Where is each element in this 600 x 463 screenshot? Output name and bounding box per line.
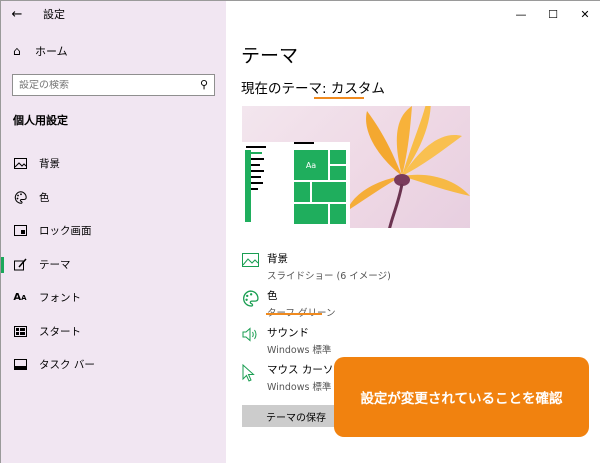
sidebar-item-background[interactable]: 背景: [1, 147, 226, 181]
page-title: テーマ: [241, 45, 299, 67]
search-icon[interactable]: ⚲: [200, 78, 208, 91]
current-theme: 現在のテーマ: カスタム: [241, 81, 385, 97]
preview-tiles: Aa: [294, 150, 348, 226]
setting-color[interactable]: 色 ターフ グリーン: [242, 288, 391, 325]
theme-preview: Aa: [242, 106, 470, 228]
sidebar-item-label: 色: [39, 191, 50, 204]
picture-icon: [13, 157, 27, 171]
sidebar-item-label: 背景: [39, 158, 60, 171]
window-title: 設定: [43, 8, 65, 21]
speaker-icon: [242, 327, 260, 345]
setting-name: サウンド: [267, 327, 309, 339]
setting-value: ターフ グリーン: [267, 305, 391, 319]
setting-name: 色: [267, 290, 278, 302]
minimize-icon[interactable]: —: [505, 1, 537, 27]
lock-screen-icon: [13, 224, 27, 238]
home-icon: ⌂: [13, 44, 21, 58]
search-input[interactable]: [19, 79, 189, 91]
picture-icon: [242, 253, 260, 271]
cursor-icon: [242, 363, 260, 382]
preview-tile-text: Aa: [294, 150, 328, 180]
setting-value: スライドショー (6 イメージ): [267, 271, 391, 282]
search-box[interactable]: ⚲: [12, 74, 215, 96]
sidebar-item-taskbar[interactable]: タスク バー: [1, 348, 226, 382]
taskbar-icon: [13, 358, 27, 372]
font-icon: AA: [13, 292, 27, 304]
highlight-underline: [266, 313, 322, 315]
sidebar-item-label: タスク バー: [39, 359, 95, 372]
sidebar-item-font[interactable]: AA フォント: [1, 281, 226, 315]
close-icon[interactable]: ✕: [569, 1, 600, 27]
annotation-callout: 設定が変更されていることを確認: [334, 357, 589, 437]
sidebar-item-color[interactable]: 色: [1, 181, 226, 215]
start-icon: [13, 324, 27, 338]
sidebar-item-lock-screen[interactable]: ロック画面: [1, 214, 226, 248]
theme-icon: [13, 257, 27, 271]
setting-value: Windows 標準: [267, 345, 332, 356]
left-pane: ← 設定 ⌂ ホーム ⚲ 個人用設定 背景 色: [1, 1, 226, 463]
nav-home-label: ホーム: [35, 45, 68, 58]
palette-icon: [13, 190, 27, 204]
sidebar-item-theme[interactable]: テーマ: [1, 248, 226, 282]
title-bar: ← 設定: [1, 1, 226, 27]
sidebar-item-label: スタート: [39, 325, 81, 338]
sidebar-item-label: フォント: [39, 292, 81, 305]
nav-list: 背景 色 ロック画面 テーマ AA フォント スタート タスク バー: [1, 147, 226, 382]
palette-icon: [242, 290, 260, 308]
sidebar-item-label: テーマ: [39, 258, 71, 271]
highlight-underline: [314, 97, 364, 99]
nav-home[interactable]: ⌂ ホーム: [13, 43, 68, 59]
settings-window: ← 設定 ⌂ ホーム ⚲ 個人用設定 背景 色: [0, 0, 600, 463]
sidebar-item-label: ロック画面: [39, 225, 92, 238]
setting-name: 背景: [267, 253, 288, 265]
sidebar-item-start[interactable]: スタート: [1, 315, 226, 349]
maximize-icon[interactable]: ☐: [537, 1, 569, 27]
setting-background[interactable]: 背景 スライドショー (6 イメージ): [242, 251, 391, 288]
window-controls: — ☐ ✕: [505, 1, 600, 27]
section-title: 個人用設定: [13, 114, 68, 127]
back-button[interactable]: ←: [1, 1, 33, 27]
preview-window: Aa: [242, 142, 350, 228]
